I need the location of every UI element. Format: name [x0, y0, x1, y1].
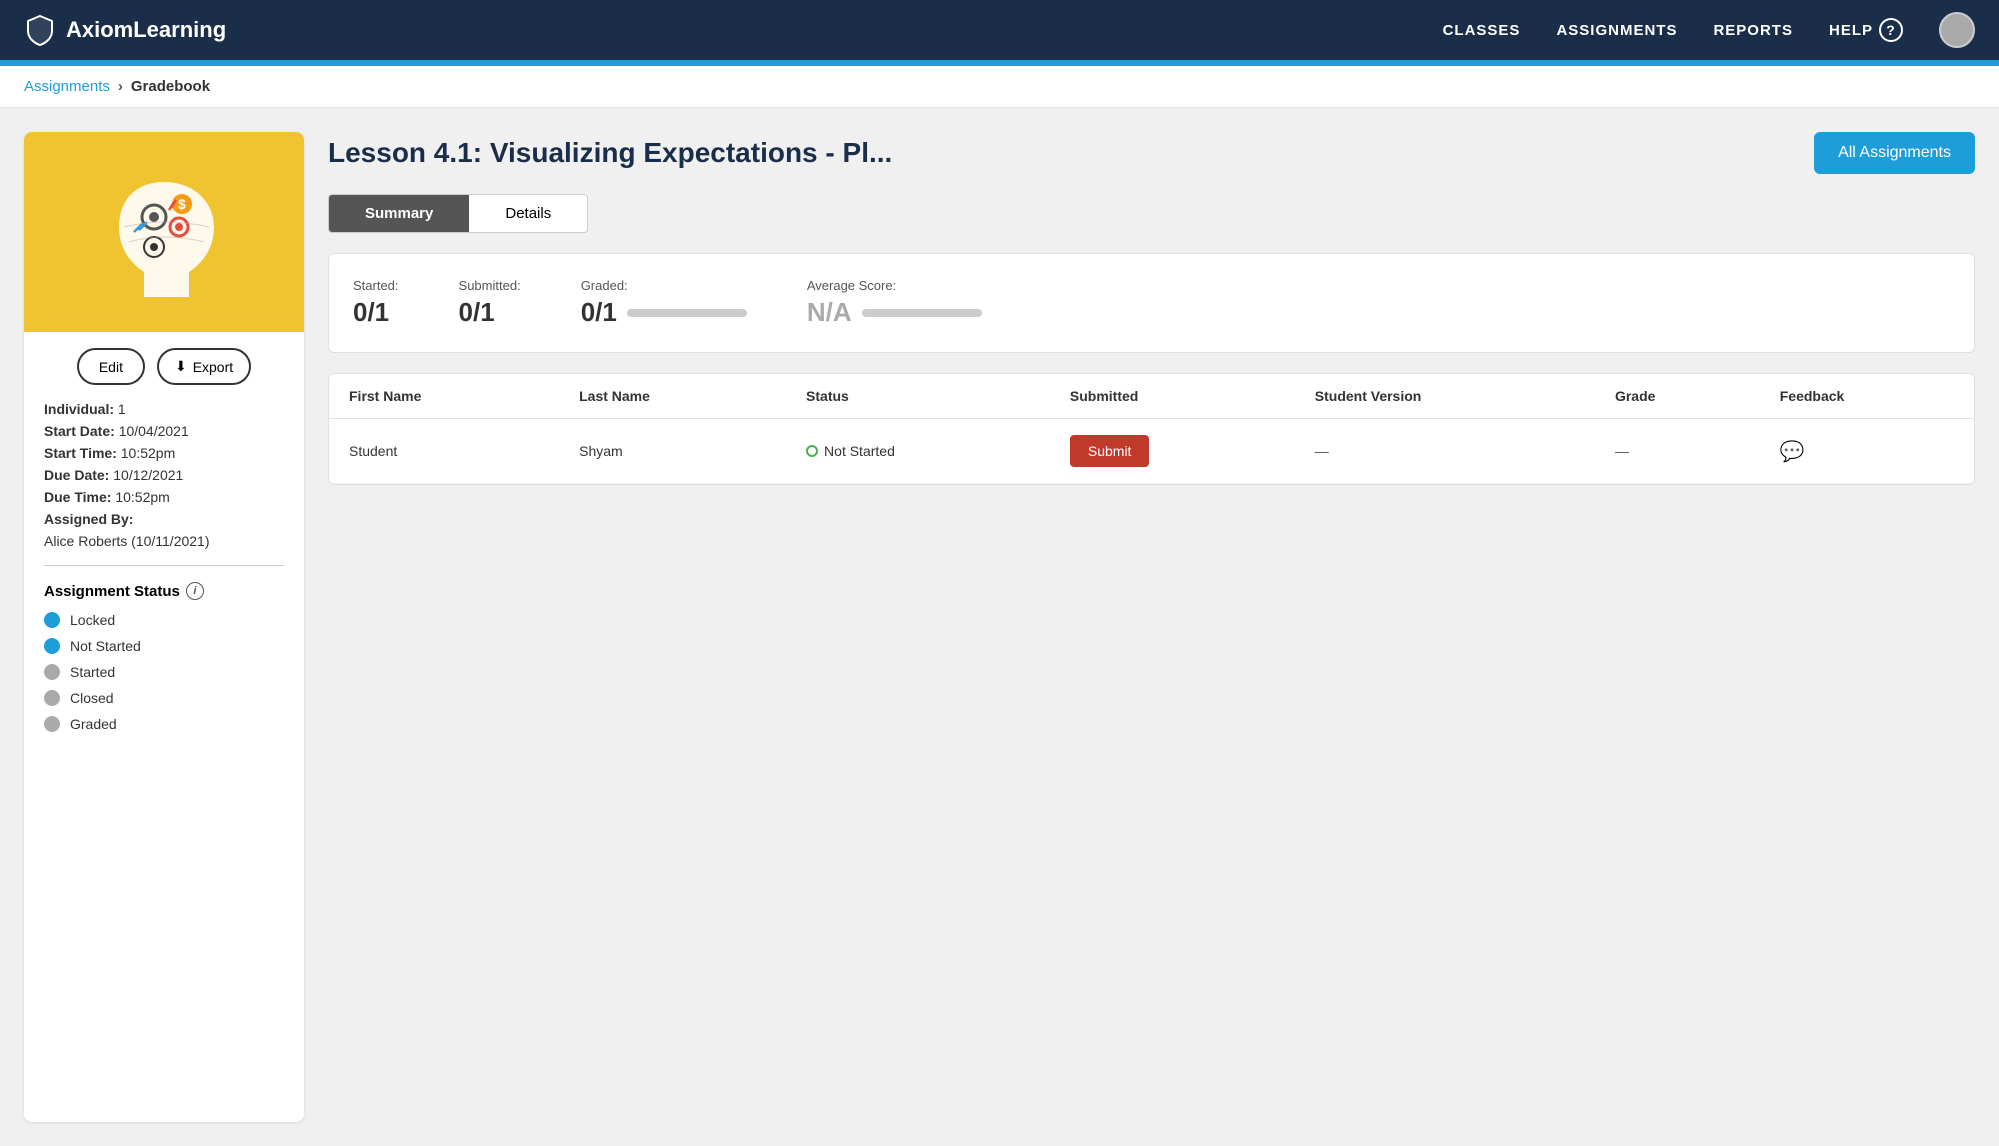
individual-row: Individual: 1: [44, 401, 284, 417]
col-submitted: Submitted: [1050, 374, 1295, 419]
nav-links: CLASSES ASSIGNMENTS REPORTS HELP ?: [1443, 12, 1975, 48]
cell-first-name: Student: [329, 419, 559, 484]
edit-button[interactable]: Edit: [77, 348, 145, 385]
export-button[interactable]: ⬇ Export: [157, 348, 251, 385]
svg-text:$: $: [178, 196, 186, 212]
cell-student-version: —: [1295, 419, 1595, 484]
summary-card: Started: 0/1 Submitted: 0/1 Graded: 0/1 …: [328, 253, 1975, 353]
stat-avg-score: Average Score: N/A: [807, 278, 982, 328]
stat-submitted-label: Submitted:: [459, 278, 521, 293]
nav-help[interactable]: HELP ?: [1829, 18, 1903, 42]
due-time-row: Due Time: 10:52pm: [44, 489, 284, 505]
start-time-row: Start Time: 10:52pm: [44, 445, 284, 461]
col-student-version: Student Version: [1295, 374, 1595, 419]
stat-avg-label: Average Score:: [807, 278, 982, 293]
lesson-image: $: [74, 142, 254, 322]
content-header: Lesson 4.1: Visualizing Expectations - P…: [328, 132, 1975, 174]
student-version-dash: —: [1315, 443, 1329, 459]
stat-graded-value: 0/1: [581, 297, 617, 328]
col-first-name: First Name: [329, 374, 559, 419]
cell-feedback: 💬: [1760, 419, 1974, 484]
breadcrumb-separator: ›: [118, 78, 123, 95]
status-graded: Graded: [44, 716, 284, 732]
submit-button[interactable]: Submit: [1070, 435, 1150, 467]
navbar: AxiomLearning CLASSES ASSIGNMENTS REPORT…: [0, 0, 1999, 60]
status-locked-label: Locked: [70, 612, 115, 628]
status-started: Started: [44, 664, 284, 680]
status-text: Not Started: [824, 443, 895, 459]
status-locked: Locked: [44, 612, 284, 628]
stat-submitted: Submitted: 0/1: [459, 278, 521, 328]
logo-text: AxiomLearning: [66, 17, 226, 43]
lesson-title: Lesson 4.1: Visualizing Expectations - P…: [328, 137, 892, 169]
status-closed-label: Closed: [70, 690, 114, 706]
col-status: Status: [786, 374, 1050, 419]
nav-reports[interactable]: REPORTS: [1713, 22, 1793, 39]
dot-started: [44, 664, 60, 680]
graded-bar: [627, 309, 747, 317]
status-closed: Closed: [44, 690, 284, 706]
due-date-row: Due Date: 10/12/2021: [44, 467, 284, 483]
logo: AxiomLearning: [24, 14, 226, 46]
graded-progress: 0/1: [581, 297, 747, 328]
dot-not-started: [44, 638, 60, 654]
status-not-started-dot: [806, 445, 818, 457]
stat-started-value: 0/1: [353, 297, 399, 328]
table-header-row: First Name Last Name Status Submitted St…: [329, 374, 1974, 419]
shield-icon: [24, 14, 56, 46]
breadcrumb: Assignments › Gradebook: [0, 66, 1999, 108]
data-table: First Name Last Name Status Submitted St…: [328, 373, 1975, 485]
stat-avg-value: N/A: [807, 297, 852, 328]
start-date-row: Start Date: 10/04/2021: [44, 423, 284, 439]
content-area: Lesson 4.1: Visualizing Expectations - P…: [328, 132, 1975, 1122]
assigned-by-value-row: Alice Roberts (10/11/2021): [44, 533, 284, 549]
sidebar-divider: [44, 565, 284, 566]
cell-last-name: Shyam: [559, 419, 786, 484]
status-list: Locked Not Started Started Closed Graded: [24, 612, 304, 732]
assigned-by-label-row: Assigned By:: [44, 511, 284, 527]
status-badge: Not Started: [806, 443, 1030, 459]
avatar[interactable]: [1939, 12, 1975, 48]
info-icon[interactable]: i: [186, 582, 204, 600]
nav-classes[interactable]: CLASSES: [1443, 22, 1521, 39]
col-grade: Grade: [1595, 374, 1760, 419]
tabs: Summary Details: [328, 194, 588, 233]
sidebar-actions: Edit ⬇ Export: [24, 332, 304, 401]
stat-graded-label: Graded:: [581, 278, 747, 293]
col-last-name: Last Name: [559, 374, 786, 419]
cell-status: Not Started: [786, 419, 1050, 484]
stat-started: Started: 0/1: [353, 278, 399, 328]
feedback-icon[interactable]: 💬: [1780, 441, 1805, 463]
dot-graded: [44, 716, 60, 732]
sidebar: $ Edit ⬇ Export Individual: 1 Start Date…: [24, 132, 304, 1122]
breadcrumb-parent[interactable]: Assignments: [24, 78, 110, 95]
nav-assignments[interactable]: ASSIGNMENTS: [1556, 22, 1677, 39]
sidebar-image: $: [24, 132, 304, 332]
avg-progress: N/A: [807, 297, 982, 328]
cell-submitted: Submit: [1050, 419, 1295, 484]
grade-dash: —: [1615, 443, 1629, 459]
help-icon: ?: [1879, 18, 1903, 42]
status-not-started-label: Not Started: [70, 638, 141, 654]
dot-locked: [44, 612, 60, 628]
status-graded-label: Graded: [70, 716, 117, 732]
assignment-status-title: Assignment Status i: [24, 582, 304, 600]
stat-submitted-value: 0/1: [459, 297, 521, 328]
download-icon: ⬇: [175, 358, 187, 375]
dot-closed: [44, 690, 60, 706]
cell-grade: —: [1595, 419, 1760, 484]
sidebar-info: Individual: 1 Start Date: 10/04/2021 Sta…: [24, 401, 304, 549]
all-assignments-button[interactable]: All Assignments: [1814, 132, 1975, 174]
status-not-started: Not Started: [44, 638, 284, 654]
col-feedback: Feedback: [1760, 374, 1974, 419]
stat-started-label: Started:: [353, 278, 399, 293]
tab-summary[interactable]: Summary: [329, 195, 469, 232]
breadcrumb-current: Gradebook: [131, 78, 210, 95]
status-started-label: Started: [70, 664, 115, 680]
main-container: $ Edit ⬇ Export Individual: 1 Start Date…: [0, 108, 1999, 1146]
table-row: Student Shyam Not Started Submit: [329, 419, 1974, 484]
stat-graded: Graded: 0/1: [581, 278, 747, 328]
avg-bar: [862, 309, 982, 317]
tab-details[interactable]: Details: [469, 195, 587, 232]
